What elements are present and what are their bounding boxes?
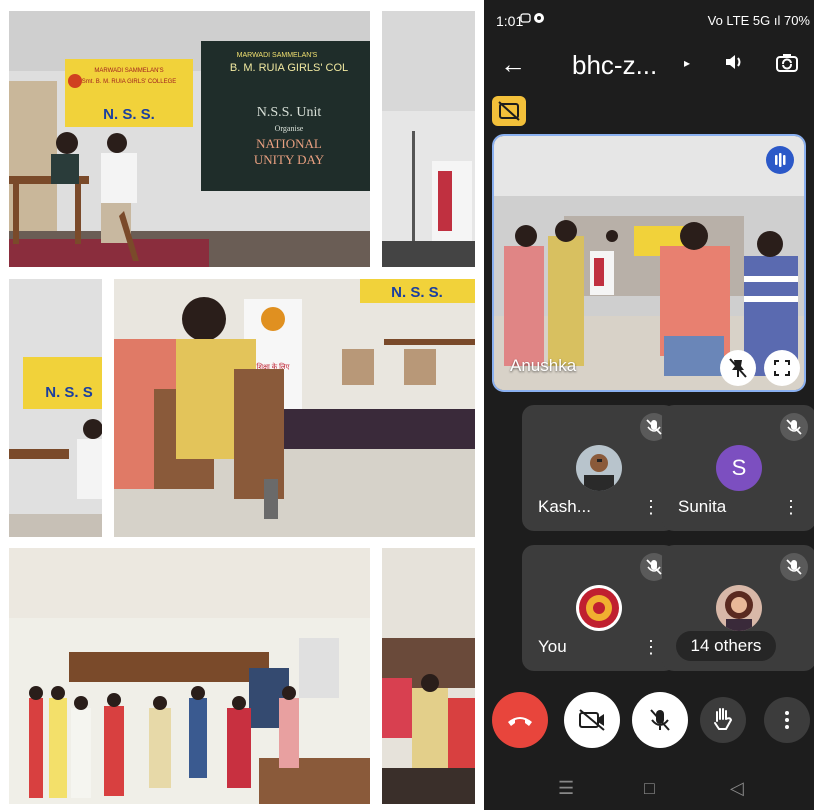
recents-icon[interactable]: ☰ xyxy=(558,778,574,799)
meet-phone-screen: 1:01 Vo LTE 5G ıl 70% ← bhc-z... ▸ Anush… xyxy=(484,0,814,810)
participant-name: Kash... xyxy=(538,497,591,516)
more-vert-icon[interactable]: ⋮ xyxy=(782,497,800,518)
photo-seated-audience xyxy=(382,548,475,804)
fullscreen-icon xyxy=(774,360,790,376)
switch-camera-icon[interactable] xyxy=(774,50,800,81)
more-vert-icon xyxy=(785,711,789,729)
banner-line1: MARWADI SAMMELAN'S xyxy=(94,68,163,74)
college-logo-avatar xyxy=(576,585,622,631)
unpin-button[interactable] xyxy=(720,350,756,386)
participant-name: You xyxy=(538,637,567,656)
main-video-feed xyxy=(494,136,804,390)
participant-initial-avatar: S xyxy=(716,445,762,491)
board-line3: Organise xyxy=(275,124,304,133)
photo-audience-chairs: N. S. S. शिक्षा के लिए xyxy=(114,279,475,537)
nss-small-text: N. S. S xyxy=(45,384,93,401)
mic-off-icon xyxy=(650,709,670,731)
mic-muted-icon xyxy=(780,553,808,581)
participant-avatar xyxy=(576,445,622,491)
mic-muted-icon xyxy=(780,413,808,441)
more-vert-icon[interactable]: ⋮ xyxy=(642,497,660,518)
participant-name: Sunita xyxy=(678,497,727,516)
banner-line2: Smt. B. M. RUIA GIRLS' COLLEGE xyxy=(82,79,177,85)
board-line1: B. M. RUIA GIRLS' COL xyxy=(230,62,348,74)
camera-toggle-button[interactable] xyxy=(564,692,620,748)
photo-college-stage: MARWADI SAMMELAN'S Smt. B. M. RUIA GIRLS… xyxy=(9,11,370,267)
meeting-title[interactable]: bhc-z... xyxy=(572,51,657,79)
status-bar: 1:01 Vo LTE 5G ıl 70% xyxy=(484,0,814,40)
fullscreen-button[interactable] xyxy=(764,350,800,386)
status-left-icons xyxy=(520,12,546,27)
end-call-icon xyxy=(508,717,532,726)
participant-tile-sunita[interactable]: S Sunita ⋮ xyxy=(662,405,814,531)
others-count-badge[interactable]: 14 others xyxy=(676,631,776,661)
participant-tile-kash[interactable]: Kash... ⋮ xyxy=(522,405,676,531)
more-vert-icon[interactable]: ⋮ xyxy=(642,637,660,658)
end-call-button[interactable] xyxy=(492,692,548,748)
nss-banner-text: N. S. S. xyxy=(103,106,155,123)
main-video-tile[interactable]: Anushka xyxy=(492,134,806,392)
participant-tile-others[interactable]: 14 others xyxy=(662,545,814,671)
board-line4: NATIONAL xyxy=(256,136,322,151)
mic-toggle-button[interactable] xyxy=(632,692,688,748)
photo-hall-standing xyxy=(9,548,370,804)
chevron-right-icon[interactable]: ▸ xyxy=(684,56,690,70)
nss-wall-text: N. S. S. xyxy=(391,284,443,301)
board-header: MARWADI SAMMELAN'S xyxy=(237,52,318,59)
more-options-button[interactable] xyxy=(764,697,810,743)
speaking-indicator-icon xyxy=(766,146,794,174)
board-line2: N.S.S. Unit xyxy=(257,105,322,120)
photo-podium xyxy=(382,11,475,267)
app-bar: ← bhc-z... ▸ xyxy=(484,40,814,92)
camera-off-icon xyxy=(579,709,605,731)
photo-side-banner: N. S. S xyxy=(9,279,102,537)
board-line5: UNITY DAY xyxy=(254,152,325,167)
notification-icon xyxy=(520,13,544,23)
raise-hand-icon xyxy=(714,708,733,730)
back-arrow-icon[interactable]: ← xyxy=(500,50,526,78)
android-nav-bar: ☰ □ ◁ xyxy=(484,770,814,810)
unpin-icon xyxy=(729,358,747,378)
call-controls xyxy=(484,692,814,752)
speaker-icon[interactable] xyxy=(722,50,746,79)
home-icon[interactable]: □ xyxy=(644,778,655,799)
participant-tile-you[interactable]: You ⋮ xyxy=(522,545,676,671)
participant-avatar xyxy=(716,585,762,631)
raise-hand-button[interactable] xyxy=(700,697,746,743)
nav-back-icon[interactable]: ◁ xyxy=(730,778,744,799)
captions-off-icon[interactable] xyxy=(492,96,526,126)
main-tile-name: Anushka xyxy=(510,356,577,375)
status-right-indicators: Vo LTE 5G ıl 70% xyxy=(707,13,810,28)
